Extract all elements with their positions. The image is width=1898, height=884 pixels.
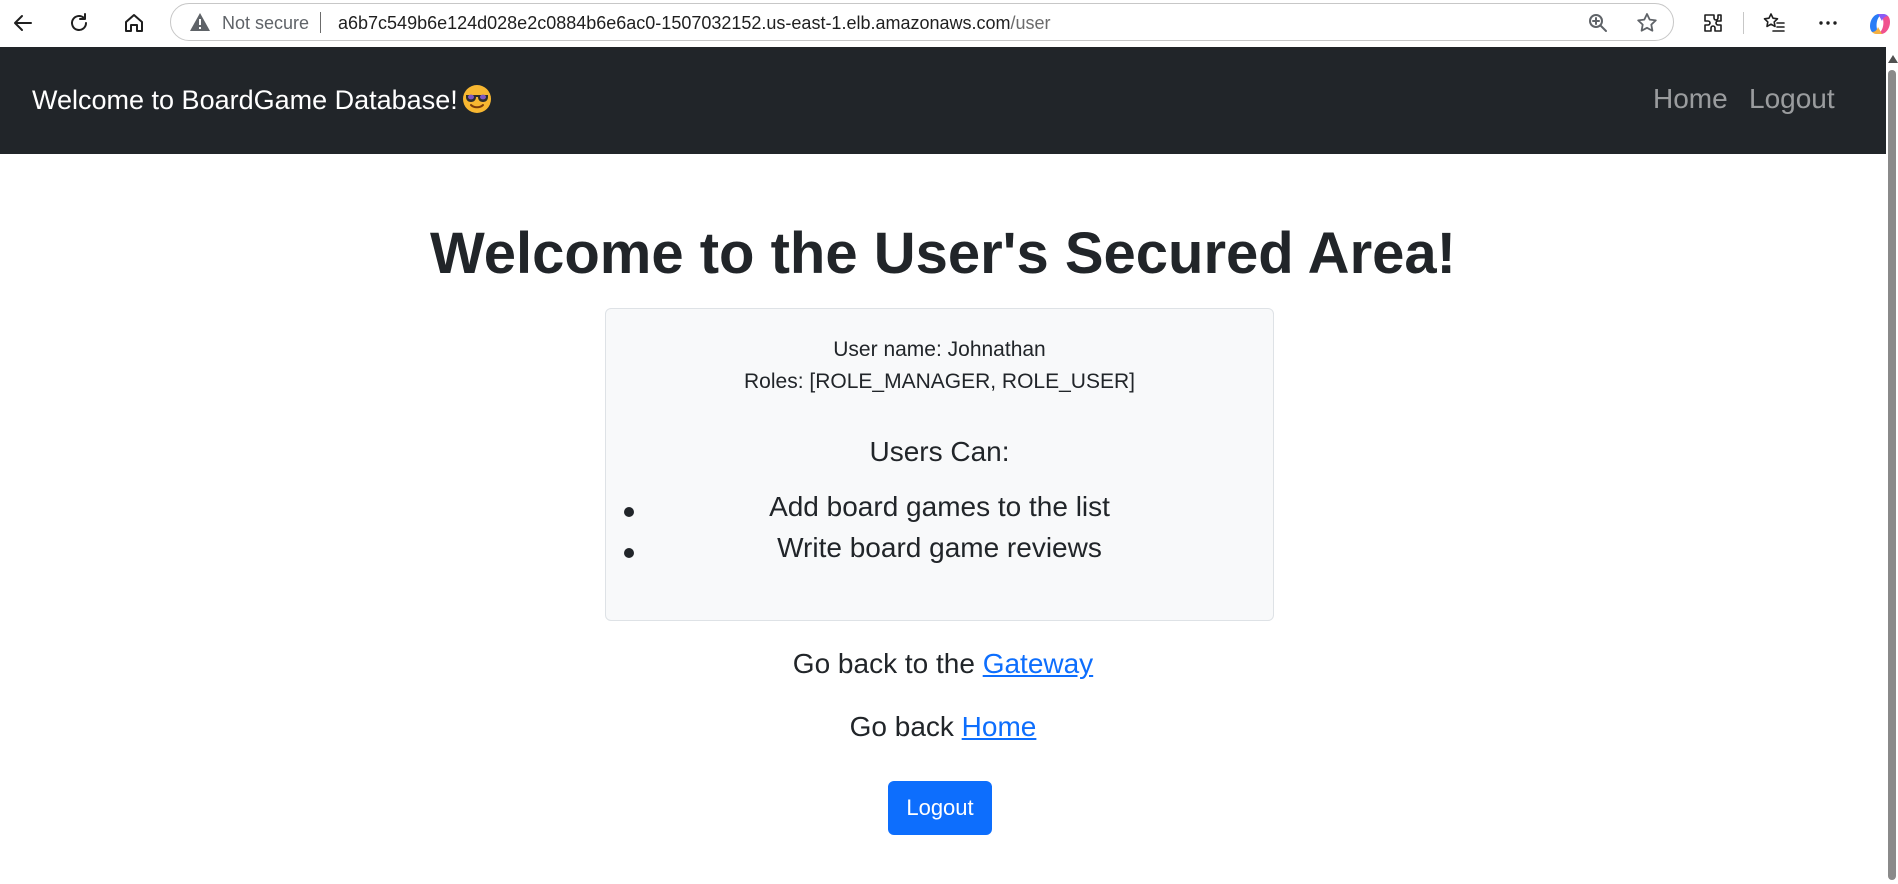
navbar: Welcome to BoardGame Database! Home Logo… <box>0 47 1886 154</box>
nav-link-logout[interactable]: Logout <box>1749 83 1835 115</box>
toolbar-divider <box>1743 12 1744 34</box>
address-bar[interactable]: Not secure a6b7c549b6e124d028e2c0884b6e6… <box>170 3 1674 41</box>
more-options-icon[interactable] <box>1811 6 1845 40</box>
page-scrollbar[interactable] <box>1886 47 1898 884</box>
nav-link-home[interactable]: Home <box>1653 83 1728 115</box>
permissions-heading: Users Can: <box>869 436 1010 467</box>
home-prefix: Go back <box>849 711 954 742</box>
brand-text: Welcome to BoardGame Database! <box>32 85 458 115</box>
list-item: Add board games to the list <box>769 491 1110 522</box>
home-link[interactable]: Home <box>962 711 1037 742</box>
scrollbar-thumb[interactable] <box>1888 70 1896 880</box>
navbar-brand[interactable]: Welcome to BoardGame Database! <box>32 84 492 116</box>
gateway-paragraph: Go back to the Gateway <box>0 648 1886 680</box>
gateway-prefix: Go back to the <box>792 648 975 679</box>
back-icon[interactable] <box>6 6 40 40</box>
favorites-icon[interactable] <box>1757 6 1791 40</box>
url-host: a6b7c549b6e124d028e2c0884b6e6ac0-1507032… <box>338 13 1011 33</box>
gateway-link[interactable]: Gateway <box>983 648 1094 679</box>
zoom-icon[interactable] <box>1586 11 1610 35</box>
url-text[interactable]: a6b7c549b6e124d028e2c0884b6e6ac0-1507032… <box>338 13 1051 34</box>
username-text: User name: Johnathan <box>833 338 1046 361</box>
warning-icon[interactable] <box>189 12 211 32</box>
page-title: Welcome to the User's Secured Area! <box>430 221 1456 286</box>
url-path: /user <box>1010 13 1051 33</box>
favorite-star-icon[interactable] <box>1635 11 1659 35</box>
browser-toolbar: Not secure a6b7c549b6e124d028e2c0884b6e6… <box>0 0 1898 47</box>
copilot-icon[interactable] <box>1866 10 1894 38</box>
sunglasses-emoji-icon <box>462 85 491 113</box>
security-status[interactable]: Not secure <box>222 13 309 34</box>
user-info-card: User name: Johnathan Roles: [ROLE_MANAGE… <box>605 308 1274 621</box>
extensions-icon[interactable] <box>1696 6 1730 40</box>
address-divider <box>320 12 321 33</box>
roles-text: Roles: [ROLE_MANAGER, ROLE_USER] <box>744 370 1135 393</box>
scroll-up-arrow-icon[interactable] <box>1888 55 1898 63</box>
home-paragraph: Go back Home <box>0 711 1886 743</box>
home-icon[interactable] <box>117 6 151 40</box>
reload-icon[interactable] <box>62 6 96 40</box>
logout-button[interactable]: Logout <box>888 781 992 835</box>
list-item: Write board game reviews <box>777 532 1102 563</box>
